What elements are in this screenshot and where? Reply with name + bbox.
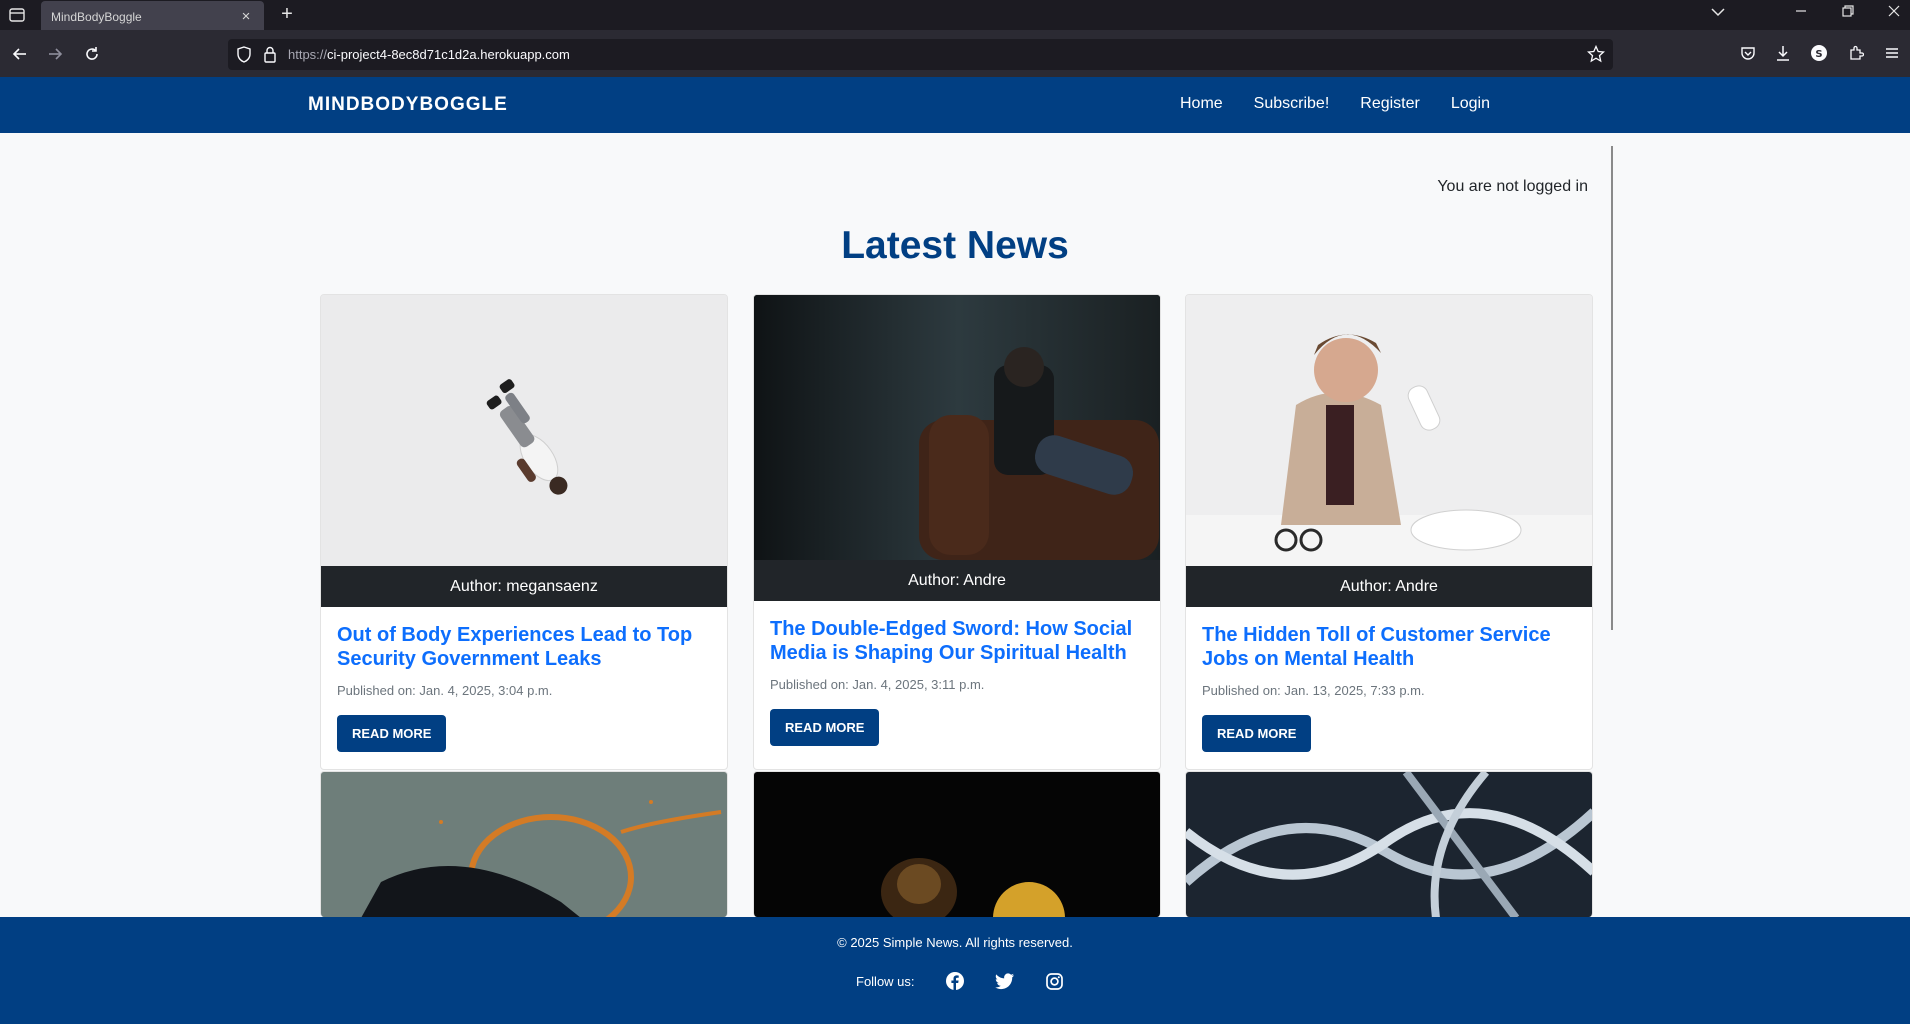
url-host: ci-project4-8ec8d71c1d2a.herokuapp.com [327, 47, 570, 62]
card-author: Author: Andre [1186, 566, 1592, 607]
article-card [1185, 771, 1593, 917]
article-card: Author: megansaenz Out of Body Experienc… [320, 294, 728, 770]
restore-icon[interactable] [1836, 4, 1860, 20]
card-title[interactable]: Out of Body Experiences Lead to Top Secu… [337, 623, 711, 671]
card-date: Published on: Jan. 4, 2025, 3:11 p.m. [770, 677, 985, 692]
dna-helix-photo [1186, 772, 1592, 917]
nav-home[interactable]: Home [1180, 95, 1223, 113]
article-image[interactable] [1186, 772, 1592, 917]
tab-close-icon[interactable]: × [238, 8, 254, 25]
lock-icon[interactable] [263, 46, 277, 68]
article-image[interactable] [321, 772, 727, 917]
list-all-tabs-icon[interactable] [1706, 4, 1730, 20]
article-card [320, 771, 728, 917]
svg-text:S: S [1815, 49, 1822, 60]
brand-logo[interactable]: MINDBODYBOGGLE [308, 94, 508, 116]
nav-register[interactable]: Register [1360, 95, 1420, 113]
page-title: Latest News [841, 224, 1069, 267]
browser-toolbar: https://ci-project4-8ec8d71c1d2a.herokua… [0, 30, 1910, 77]
man-on-sofa-photo [754, 295, 1160, 601]
site-footer: © 2025 Simple News. All rights reserved.… [0, 917, 1910, 1024]
shield-icon[interactable] [236, 46, 252, 68]
card-title[interactable]: The Double-Edged Sword: How Social Media… [770, 617, 1144, 665]
menu-icon[interactable] [1881, 42, 1903, 64]
pocket-icon[interactable] [1737, 42, 1759, 64]
minimize-icon[interactable] [1789, 4, 1813, 20]
browser-tab[interactable]: MindBodyBoggle × [41, 1, 264, 32]
article-card: Author: Andre The Double-Edged Sword: Ho… [753, 294, 1161, 770]
twitter-icon[interactable] [994, 971, 1015, 991]
ring-splash-photo [321, 772, 727, 917]
url-bar[interactable]: https://ci-project4-8ec8d71c1d2a.herokua… [228, 39, 1613, 70]
extensions-icon[interactable] [1845, 42, 1867, 64]
scrollbar[interactable] [1611, 146, 1613, 630]
card-body: Out of Body Experiences Lead to Top Secu… [321, 607, 727, 752]
forward-icon[interactable] [43, 42, 67, 66]
article-image[interactable]: Author: Andre [1186, 295, 1592, 607]
dark-figure-photo [754, 772, 1160, 917]
bookmark-star-icon[interactable] [1586, 44, 1606, 68]
card-date: Published on: Jan. 4, 2025, 3:04 p.m. [337, 683, 553, 698]
article-image[interactable] [754, 772, 1160, 917]
follow-label: Follow us: [856, 973, 915, 989]
man-shouting-at-phone-photo [1186, 295, 1592, 607]
card-date: Published on: Jan. 13, 2025, 7:33 p.m. [1202, 683, 1425, 698]
url-text[interactable]: https://ci-project4-8ec8d71c1d2a.herokua… [288, 47, 570, 62]
tab-title: MindBodyBoggle [51, 9, 142, 24]
copyright-text: © 2025 Simple News. All rights reserved. [837, 935, 1073, 950]
read-more-button[interactable]: Read More [337, 715, 447, 752]
card-author: Author: megansaenz [321, 566, 727, 607]
nav-login[interactable]: Login [1451, 95, 1490, 113]
card-body: The Hidden Toll of Customer Service Jobs… [1186, 607, 1592, 752]
card-author: Author: Andre [754, 560, 1160, 601]
read-more-button[interactable]: Read More [770, 709, 880, 746]
browser-tab-bar: MindBodyBoggle × + [0, 0, 1910, 32]
main-nav: Home Subscribe! Register Login [1180, 95, 1490, 113]
site-header: MINDBODYBOGGLE Home Subscribe! Register … [0, 77, 1910, 133]
article-image[interactable]: Author: Andre [754, 295, 1160, 601]
falling-man-illustration [321, 295, 727, 607]
article-card: Author: Andre The Hidden Toll of Custome… [1185, 294, 1593, 770]
new-tab-icon[interactable]: + [277, 4, 297, 24]
article-image[interactable]: Author: megansaenz [321, 295, 727, 607]
downloads-icon[interactable] [1772, 42, 1794, 64]
facebook-icon[interactable] [945, 971, 965, 991]
reload-icon[interactable] [80, 42, 104, 66]
social-links: Follow us: [856, 971, 1065, 991]
tab-list-icon[interactable] [6, 5, 28, 25]
url-scheme: https:// [288, 47, 328, 62]
close-window-icon[interactable] [1882, 4, 1906, 20]
card-title[interactable]: The Hidden Toll of Customer Service Jobs… [1202, 623, 1576, 671]
nav-subscribe[interactable]: Subscribe! [1254, 95, 1330, 113]
account-icon[interactable]: S [1808, 42, 1830, 64]
read-more-button[interactable]: Read More [1202, 715, 1312, 752]
card-body: The Double-Edged Sword: How Social Media… [754, 601, 1160, 746]
login-status: You are not logged in [1437, 178, 1588, 195]
article-card [753, 771, 1161, 917]
instagram-icon[interactable] [1045, 971, 1065, 991]
back-icon[interactable] [8, 42, 32, 66]
